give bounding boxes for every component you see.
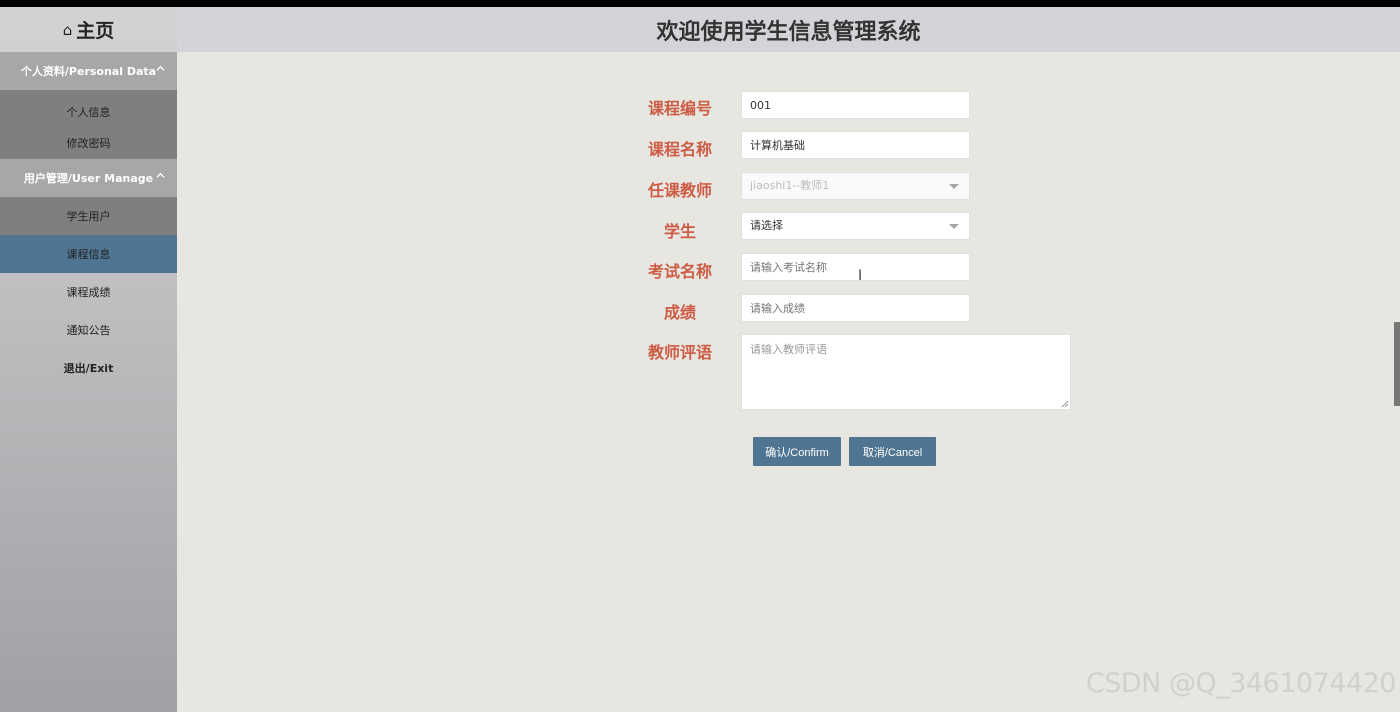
sidebar-item-label: 通知公告 (66, 324, 111, 337)
submenu-personal-data: 个人信息 修改密码 (0, 90, 177, 159)
menu-group-label: 个人资料/Personal Data (20, 65, 157, 78)
exam-name-input[interactable] (741, 253, 970, 281)
sidebar-item-notices[interactable]: 通知公告 (0, 311, 177, 349)
chevron-up-icon (156, 65, 165, 71)
text-cursor-icon: I (858, 268, 863, 284)
sidebar: ⌂ 主页 个人资料/Personal Data 个人信息 修改密码 用户管理/U… (0, 7, 177, 712)
menu-group-label: 用户管理/User Manage (23, 172, 154, 185)
sidebar-item-label: 学生用户 (66, 210, 111, 223)
resize-grip-icon[interactable] (1061, 400, 1069, 408)
cancel-button[interactable]: 取消/Cancel (849, 437, 936, 466)
sidebar-item-course-scores[interactable]: 课程成绩 (0, 273, 177, 311)
menu-group-personal-data[interactable]: 个人资料/Personal Data (0, 52, 177, 90)
sidebar-item-change-password[interactable]: 修改密码 (0, 127, 177, 158)
score-input[interactable] (741, 294, 970, 322)
submenu-user-manage: 学生用户 (0, 197, 177, 235)
sidebar-item-label: 个人信息 (66, 105, 111, 119)
watermark: CSDN @Q_3461074420 (1085, 668, 1397, 699)
student-select[interactable]: 请选择 (741, 212, 970, 240)
teacher-select-value: jiaoshi1--教师1 (750, 179, 830, 192)
comment-placeholder: 请输入教师评语 (750, 343, 827, 356)
menu-group-user-manage[interactable]: 用户管理/User Manage (0, 159, 177, 197)
student-select-value: 请选择 (750, 219, 783, 232)
scrollbar-thumb[interactable] (1394, 322, 1400, 406)
course-no-input[interactable] (741, 91, 970, 119)
sidebar-item-label: 课程成绩 (66, 286, 111, 299)
student-label: 学生 (663, 222, 696, 241)
dropdown-caret-icon (949, 224, 959, 229)
teacher-label: 任课教师 (647, 181, 712, 200)
confirm-button[interactable]: 确认/Confirm (753, 437, 841, 466)
home-link[interactable]: ⌂ 主页 (0, 7, 177, 52)
course-name-input[interactable] (741, 131, 970, 159)
sidebar-item-course-info[interactable]: 课程信息 (0, 235, 177, 273)
top-strip (0, 0, 1400, 7)
page-title: 欢迎使用学生信息管理系统 (656, 19, 921, 45)
exam-name-label: 考试名称 (647, 262, 712, 281)
chevron-up-icon (156, 172, 165, 178)
home-icon: ⌂ (62, 20, 73, 39)
sidebar-item-exit[interactable]: 退出/Exit (0, 349, 177, 387)
sidebar-item-personal-info[interactable]: 个人信息 (0, 96, 177, 127)
comment-textarea[interactable]: 请输入教师评语 (741, 334, 1071, 410)
score-label: 成绩 (663, 303, 696, 322)
home-label: 主页 (76, 20, 115, 42)
page-header: 欢迎使用学生信息管理系统 (177, 7, 1400, 52)
course-no-label: 课程编号 (647, 99, 712, 118)
sidebar-item-label: 修改密码 (66, 136, 111, 150)
sidebar-item-label: 课程信息 (66, 248, 111, 261)
sidebar-item-label: 退出/Exit (63, 362, 114, 375)
dropdown-caret-icon (949, 184, 959, 189)
course-name-label: 课程名称 (647, 140, 712, 159)
teacher-select[interactable]: jiaoshi1--教师1 (741, 172, 970, 200)
sidebar-item-student-users[interactable]: 学生用户 (0, 197, 177, 235)
comment-label: 教师评语 (647, 343, 712, 362)
